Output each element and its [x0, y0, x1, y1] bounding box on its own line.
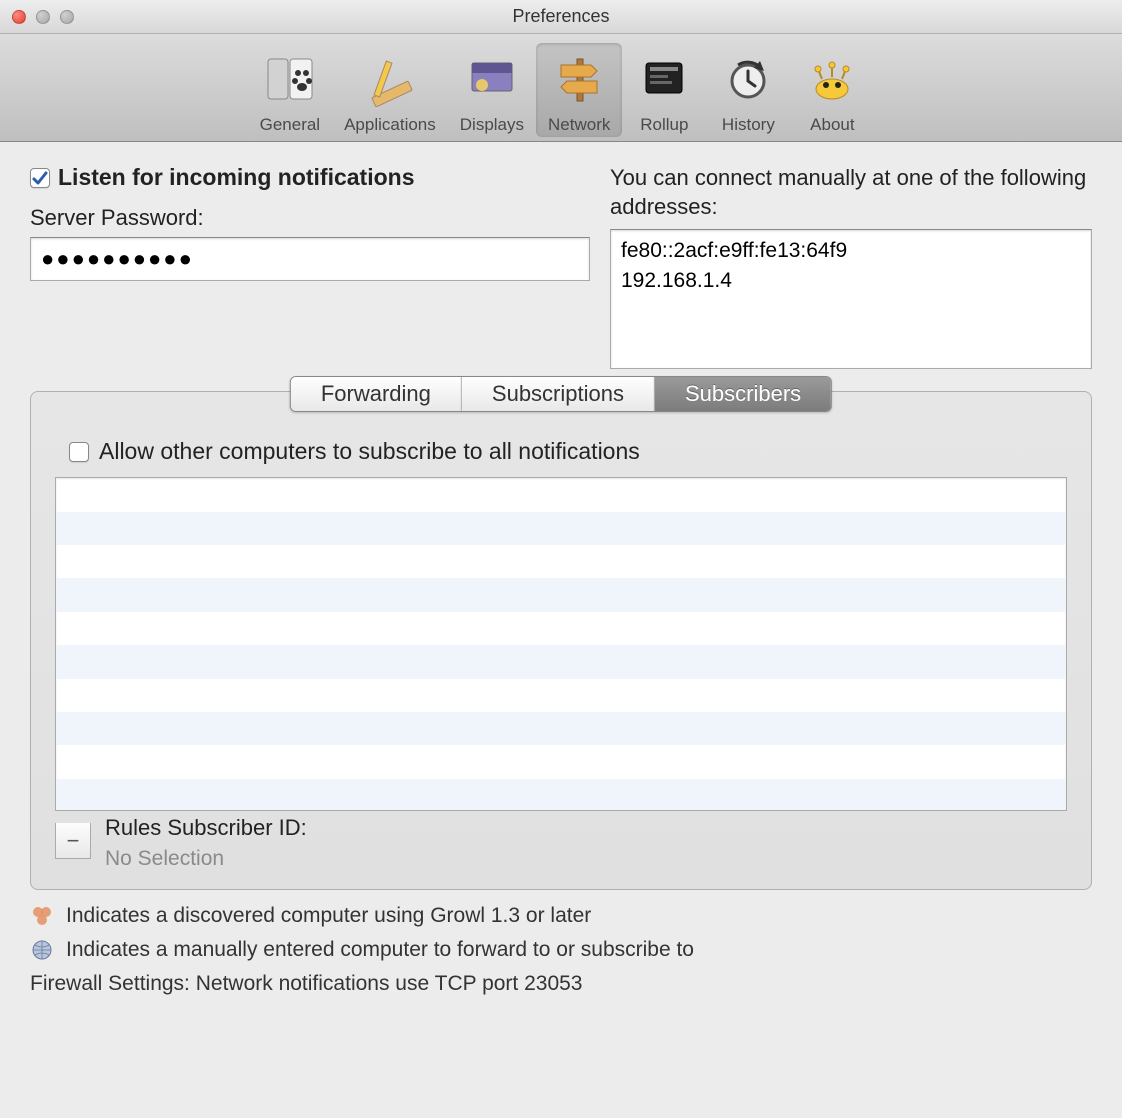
- toolbar-general[interactable]: General: [248, 43, 332, 137]
- list-row: [56, 512, 1066, 545]
- password-label: Server Password:: [30, 205, 590, 231]
- bonjour-icon: [30, 904, 54, 928]
- toolbar-network[interactable]: Network: [536, 43, 622, 137]
- list-row: [56, 645, 1066, 678]
- window-title: Preferences: [0, 6, 1122, 27]
- toolbar-label: About: [810, 115, 854, 135]
- legend-manual: Indicates a manually entered computer to…: [66, 938, 694, 962]
- traffic-lights: [0, 10, 74, 24]
- toolbar-label: History: [722, 115, 775, 135]
- listen-checkbox[interactable]: [30, 168, 50, 188]
- paw-icon: [260, 49, 320, 109]
- list-row: [56, 779, 1066, 811]
- list-row: [56, 545, 1066, 578]
- address-list[interactable]: fe80::2acf:e9ff:fe13:64f9 192.168.1.4: [610, 229, 1092, 369]
- list-row: [56, 578, 1066, 611]
- firewall-note: Firewall Settings: Network notifications…: [30, 972, 1092, 996]
- close-icon[interactable]: [12, 10, 26, 24]
- allow-subscribe-label: Allow other computers to subscribe to al…: [99, 438, 640, 465]
- list-row: [56, 712, 1066, 745]
- toolbar-label: Network: [548, 115, 610, 135]
- subscribers-list[interactable]: [55, 477, 1067, 811]
- legend: Indicates a discovered computer using Gr…: [30, 904, 1092, 996]
- listen-label: Listen for incoming notifications: [58, 164, 415, 191]
- ruler-pencil-icon: [360, 49, 420, 109]
- rollup-icon: [634, 49, 694, 109]
- toolbar-label: Rollup: [640, 115, 688, 135]
- minimize-icon[interactable]: [36, 10, 50, 24]
- tab-forwarding[interactable]: Forwarding: [291, 377, 462, 411]
- list-row: [56, 679, 1066, 712]
- address-item: 192.168.1.4: [621, 266, 1081, 295]
- network-tab-panel: Forwarding Subscriptions Subscribers All…: [30, 391, 1092, 890]
- manual-connect-label: You can connect manually at one of the f…: [610, 164, 1092, 221]
- list-row: [56, 612, 1066, 645]
- toolbar-label: Displays: [460, 115, 524, 135]
- toolbar: General Applications Displays Network Ro…: [0, 34, 1122, 142]
- network-pane: Listen for incoming notifications Server…: [0, 142, 1122, 1014]
- history-icon: [718, 49, 778, 109]
- toolbar-about[interactable]: About: [790, 43, 874, 137]
- remove-button[interactable]: −: [55, 823, 91, 859]
- globe-icon: [30, 938, 54, 962]
- toolbar-label: General: [260, 115, 320, 135]
- tab-subscriptions[interactable]: Subscriptions: [462, 377, 655, 411]
- no-selection-label: No Selection: [105, 847, 307, 871]
- rules-subscriber-id-label: Rules Subscriber ID:: [105, 815, 307, 841]
- list-row: [56, 745, 1066, 778]
- password-input[interactable]: [30, 237, 590, 281]
- signpost-icon: [549, 49, 609, 109]
- toolbar-applications[interactable]: Applications: [332, 43, 448, 137]
- allow-subscribe-checkbox[interactable]: [69, 442, 89, 462]
- preferences-window: Preferences General Applications Display…: [0, 0, 1122, 1118]
- toolbar-label: Applications: [344, 115, 436, 135]
- tab-subscribers[interactable]: Subscribers: [655, 377, 831, 411]
- toolbar-history[interactable]: History: [706, 43, 790, 137]
- toolbar-displays[interactable]: Displays: [448, 43, 536, 137]
- titlebar: Preferences: [0, 0, 1122, 34]
- address-item: fe80::2acf:e9ff:fe13:64f9: [621, 236, 1081, 265]
- segmented-control: Forwarding Subscriptions Subscribers: [290, 376, 832, 412]
- display-icon: [462, 49, 522, 109]
- zoom-icon[interactable]: [60, 10, 74, 24]
- about-icon: [802, 49, 862, 109]
- list-row: [56, 478, 1066, 511]
- toolbar-rollup[interactable]: Rollup: [622, 43, 706, 137]
- legend-discovered: Indicates a discovered computer using Gr…: [66, 904, 591, 928]
